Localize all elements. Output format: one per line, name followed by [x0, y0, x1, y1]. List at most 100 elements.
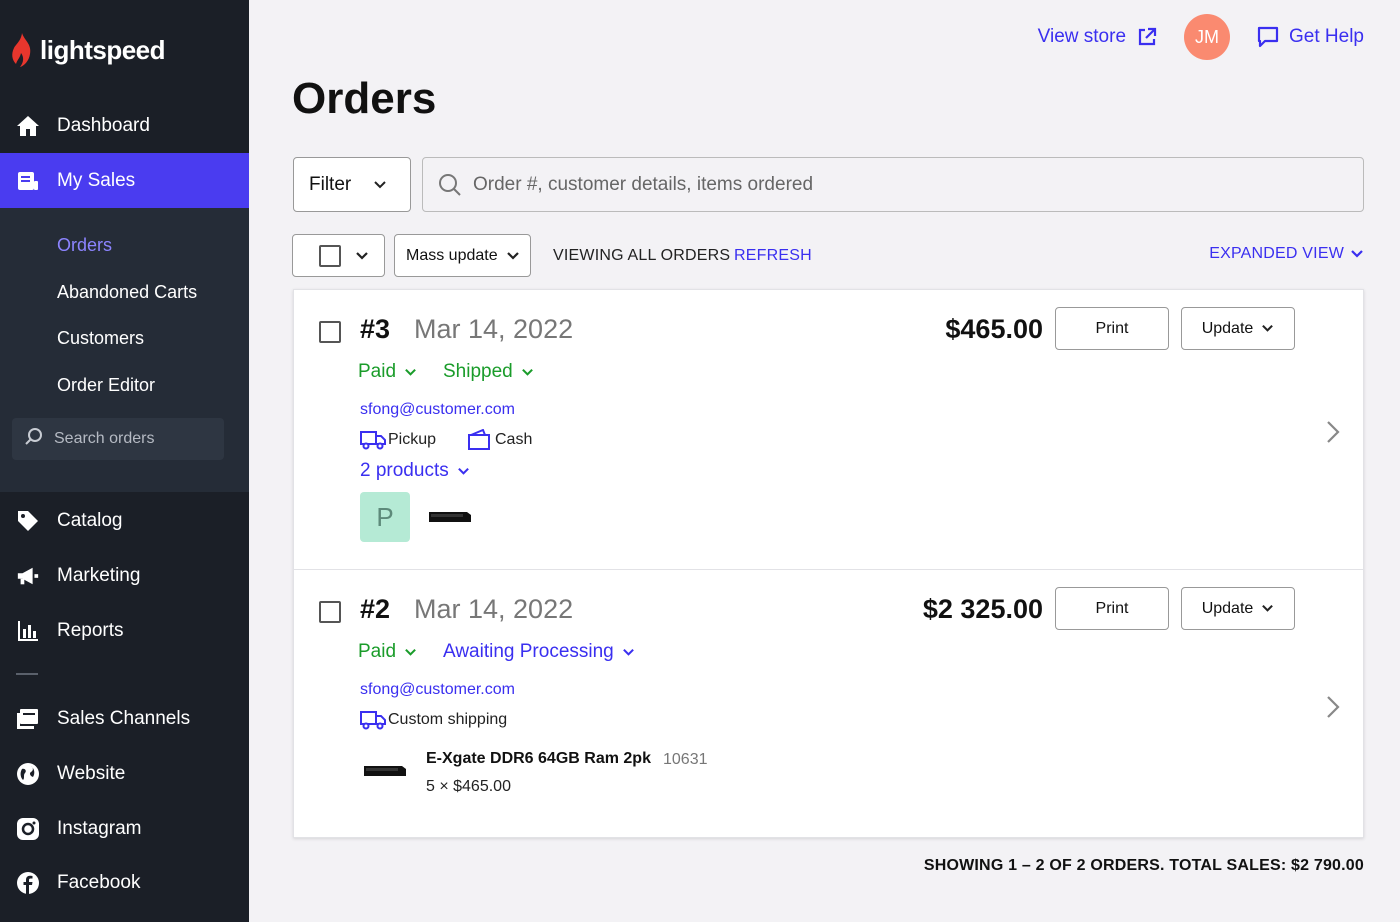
sidebar-item-label: Facebook	[57, 871, 141, 893]
payment-status: Paid	[358, 641, 397, 662]
facebook-icon	[16, 871, 40, 895]
brand-name: lightspeed	[40, 34, 166, 65]
order-date: Mar 14, 2022	[414, 594, 574, 624]
chevron-down-icon	[356, 251, 368, 260]
update-label: Update	[1201, 319, 1254, 337]
bar-chart-icon	[16, 619, 40, 643]
customer-email-link[interactable]: sfong@customer.com	[360, 681, 515, 699]
shipping-method-label: Custom shipping	[388, 711, 508, 728]
globe-icon	[16, 762, 40, 786]
channels-icon	[16, 707, 40, 731]
chevron-down-icon	[1262, 324, 1274, 332]
page-title: Orders	[292, 74, 437, 123]
print-button[interactable]: Print	[1055, 307, 1169, 350]
shipping-method: Custom shipping	[360, 709, 507, 731]
ram-module-image[interactable]	[427, 510, 473, 524]
subnav-item-customers[interactable]: Customers	[57, 328, 144, 349]
tag-icon	[16, 509, 40, 533]
sidebar-item-label: Marketing	[57, 564, 141, 586]
search-icon	[439, 173, 461, 196]
order-row[interactable]: #3 Mar 14, 2022 $465.00 Print Update Pai…	[294, 290, 1363, 569]
instagram-icon	[16, 817, 40, 841]
sidebar-item-reports[interactable]: Reports	[0, 603, 249, 658]
filter-button[interactable]: Filter	[293, 157, 411, 212]
update-label: Update	[1201, 599, 1254, 617]
sidebar-item-catalog[interactable]: Catalog	[0, 493, 249, 548]
products-toggle[interactable]: 2 products	[360, 460, 470, 482]
refresh-link[interactable]: REFRESH	[734, 247, 812, 265]
sidebar-item-label: Instagram	[57, 817, 142, 839]
sidebar-item-website[interactable]: Website	[0, 746, 249, 801]
order-date: Mar 14, 2022	[414, 314, 574, 344]
sidebar-item-label: Catalog	[57, 509, 123, 531]
sidebar-item-label: My Sales	[57, 169, 136, 191]
fulfillment-status-dropdown[interactable]: Shipped	[443, 361, 534, 383]
mass-update-button[interactable]: Mass update	[394, 234, 531, 277]
ram-module-image[interactable]	[362, 764, 408, 778]
flame-icon	[12, 33, 31, 67]
payment-status-dropdown[interactable]: Paid	[358, 361, 417, 383]
subnav-item-orders[interactable]: Orders	[57, 235, 112, 256]
subnav-item-order-editor[interactable]: Order Editor	[57, 375, 155, 396]
shipping-method-label: Pickup	[388, 431, 437, 448]
sidebar-item-dashboard[interactable]: Dashboard	[0, 98, 249, 153]
search-icon	[24, 427, 44, 452]
chevron-down-icon	[622, 648, 634, 656]
expanded-view-toggle[interactable]: EXPANDED VIEW	[1209, 245, 1364, 263]
update-button[interactable]: Update	[1181, 587, 1295, 630]
chevron-down-icon	[374, 180, 386, 188]
chevron-right-icon[interactable]	[1325, 695, 1341, 719]
fulfillment-status-dropdown[interactable]: Awaiting Processing	[443, 641, 635, 663]
fulfillment-status: Awaiting Processing	[443, 641, 614, 662]
order-total: $465.00	[945, 314, 1043, 344]
customer-email-link[interactable]: sfong@customer.com	[360, 401, 515, 419]
sidebar-divider	[16, 673, 38, 675]
select-all-dropdown[interactable]	[292, 234, 385, 277]
sidebar-item-label: Sales Channels	[57, 707, 191, 729]
line-item-name[interactable]: E-Xgate DDR6 64GB Ram 2pk	[426, 750, 651, 768]
sidebar-item-label: Website	[57, 762, 126, 784]
orders-list: #3 Mar 14, 2022 $465.00 Print Update Pai…	[293, 289, 1364, 838]
lightspeed-logo[interactable]: lightspeed	[10, 32, 166, 68]
megaphone-icon	[16, 564, 40, 588]
chevron-right-icon[interactable]	[1325, 420, 1341, 444]
sidebar-search-orders[interactable]: Search orders	[12, 418, 224, 460]
order-row[interactable]: #2 Mar 14, 2022 $2 325.00 Print Update P…	[294, 569, 1363, 838]
view-store-label: View store	[1037, 26, 1127, 47]
sidebar-item-facebook[interactable]: Facebook	[0, 855, 249, 910]
update-button[interactable]: Update	[1181, 307, 1295, 350]
payment-method: Cash	[467, 429, 532, 451]
chevron-down-icon	[1351, 250, 1363, 258]
header-actions: View store JM Get Help	[1038, 14, 1364, 60]
mass-update-label: Mass update	[406, 246, 498, 264]
chevron-down-icon	[405, 368, 416, 376]
sidebar-item-sales-channels[interactable]: Sales Channels	[0, 691, 249, 746]
order-number: #3	[360, 314, 391, 344]
product-thumbnail-placeholder[interactable]: P	[360, 492, 410, 542]
order-checkbox[interactable]	[319, 321, 341, 343]
sidebar-item-label: Dashboard	[57, 114, 150, 136]
sidebar-item-marketing[interactable]: Marketing	[0, 548, 249, 603]
delivery-truck-icon	[360, 431, 386, 450]
get-help-link[interactable]: Get Help	[1256, 25, 1364, 49]
sidebar-item-label: Reports	[57, 619, 124, 641]
sidebar-item-my-sales[interactable]: My Sales	[0, 153, 249, 208]
subnav-item-abandoned-carts[interactable]: Abandoned Carts	[57, 282, 197, 303]
select-all-checkbox[interactable]	[319, 244, 341, 267]
order-checkbox[interactable]	[319, 601, 341, 623]
user-avatar[interactable]: JM	[1184, 14, 1231, 60]
orders-summary: SHOWING 1 – 2 OF 2 ORDERS. TOTAL SALES: …	[923, 857, 1364, 874]
print-button[interactable]: Print	[1055, 587, 1169, 630]
sidebar-item-instagram[interactable]: Instagram	[0, 801, 249, 856]
search-placeholder: Order #, customer details, items ordered	[473, 173, 814, 195]
payment-status-dropdown[interactable]: Paid	[358, 641, 417, 663]
payment-method-label: Cash	[495, 431, 533, 448]
chevron-down-icon	[405, 648, 416, 656]
external-link-icon	[1138, 27, 1157, 46]
fulfillment-status: Shipped	[443, 361, 513, 382]
view-store-link[interactable]: View store	[1038, 26, 1158, 48]
order-search-input[interactable]: Order #, customer details, items ordered	[422, 157, 1364, 212]
sidebar: lightspeed Dashboard My Sales Orders Aba…	[0, 0, 249, 922]
chevron-down-icon	[1262, 604, 1274, 612]
delivery-truck-icon	[360, 711, 386, 730]
